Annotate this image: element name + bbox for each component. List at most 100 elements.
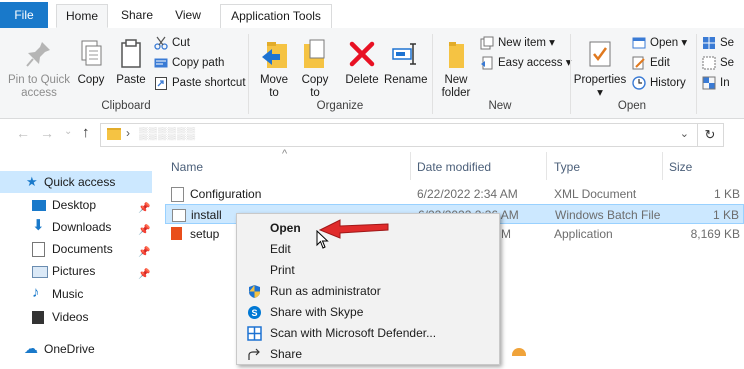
- rename-icon: [390, 38, 420, 70]
- refresh-button[interactable]: ↻: [697, 123, 724, 147]
- copy-path-button[interactable]: Copy path: [154, 54, 224, 72]
- file-name: Configuration: [190, 187, 262, 201]
- menu-item-label: Open: [270, 221, 301, 235]
- new-item-label: New item: [498, 37, 546, 49]
- address-dropdown-chevron-icon[interactable]: ⌄: [680, 127, 689, 140]
- column-separator[interactable]: [410, 152, 411, 180]
- address-bar[interactable]: › ▒▒▒▒▒▒ ⌄: [100, 123, 698, 147]
- tab-application-tools[interactable]: Application Tools: [220, 4, 332, 28]
- menu-item-label: Share: [270, 347, 303, 361]
- cut-label: Cut: [172, 37, 190, 49]
- nav-item-onedrive[interactable]: ☁ OneDrive: [0, 338, 152, 360]
- tab-view[interactable]: View: [166, 4, 210, 28]
- paste-label: Paste: [116, 74, 146, 86]
- rename-label: Rename: [384, 74, 428, 86]
- menu-item-print[interactable]: Print: [237, 260, 499, 281]
- pin-icon: [24, 38, 54, 70]
- menu-item-share[interactable]: Share: [237, 344, 499, 365]
- move-to-button[interactable]: Move to: [256, 38, 292, 100]
- delete-button[interactable]: Delete: [342, 38, 382, 87]
- menu-item-scan-with-defender[interactable]: Scan with Microsoft Defender...: [237, 323, 499, 344]
- paste-shortcut-label: Paste shortcut: [172, 77, 246, 89]
- cut-button[interactable]: Cut: [154, 34, 190, 52]
- menu-item-run-as-administrator[interactable]: Run as administrator: [237, 281, 499, 302]
- office-setup-icon: [171, 227, 182, 240]
- nav-item-pictures[interactable]: Pictures 📌: [0, 260, 152, 282]
- uac-shield-icon: [247, 284, 262, 299]
- file-row[interactable]: Configuration 6/22/2022 2:34 AM XML Docu…: [165, 184, 744, 204]
- paste-shortcut-button[interactable]: Paste shortcut: [154, 74, 246, 92]
- forward-arrow-icon[interactable]: →: [40, 125, 54, 141]
- pin-to-quick-access-button[interactable]: Pin to Quick access: [4, 38, 74, 100]
- copy-button[interactable]: Copy: [74, 38, 108, 87]
- menu-item-label: Edit: [270, 242, 291, 256]
- copy-path-icon: [154, 56, 168, 70]
- history-button[interactable]: History: [632, 74, 686, 92]
- column-separator[interactable]: [546, 152, 547, 180]
- new-item-button[interactable]: New item ▾: [480, 34, 555, 52]
- breadcrumb-chevron-icon[interactable]: ›: [126, 126, 130, 140]
- invert-selection-icon: [702, 76, 716, 90]
- recent-locations-chevron-icon[interactable]: ⌄: [64, 126, 72, 137]
- history-label: History: [650, 77, 686, 89]
- menu-item-label: Print: [270, 263, 295, 277]
- nav-item-downloads[interactable]: ⬇ Downloads 📌: [0, 216, 152, 238]
- new-folder-button[interactable]: New folder: [436, 38, 476, 100]
- nav-label: Downloads: [52, 220, 112, 234]
- tab-home[interactable]: Home: [56, 4, 108, 28]
- back-arrow-icon[interactable]: ←: [16, 125, 30, 141]
- column-header-date-modified[interactable]: Date modified: [417, 160, 491, 174]
- open-icon: [632, 36, 646, 50]
- menu-item-edit[interactable]: Edit: [237, 239, 499, 260]
- menu-item-share-with-skype[interactable]: S Share with Skype: [237, 302, 499, 323]
- xml-file-icon: [171, 187, 184, 202]
- ribbon-separator: [432, 34, 433, 114]
- column-header-type[interactable]: Type: [554, 160, 580, 174]
- navigation-row: ← → ⌄ ↑ › ▒▒▒▒▒▒ ⌄ ↻: [0, 119, 744, 151]
- column-header-name[interactable]: Name: [171, 160, 203, 174]
- nav-item-quick-access[interactable]: ★ Quick access: [0, 171, 152, 193]
- defender-shield-icon: [247, 326, 262, 341]
- chevron-down-icon: ▾: [678, 37, 688, 49]
- nav-label: Pictures: [52, 264, 96, 278]
- copy-icon: [76, 38, 106, 70]
- nav-label: Quick access: [44, 175, 116, 189]
- paste-button[interactable]: Paste: [114, 38, 148, 87]
- tab-file[interactable]: File: [0, 2, 48, 28]
- clipboard-group-label: Clipboard: [101, 100, 151, 112]
- chevron-down-icon: ▾: [597, 87, 603, 99]
- nav-item-desktop[interactable]: Desktop 📌: [0, 194, 152, 216]
- paste-shortcut-icon: [154, 76, 168, 90]
- select-all-icon: [702, 36, 716, 50]
- new-folder-label: New folder: [441, 74, 471, 99]
- desktop-icon: [32, 200, 46, 211]
- properties-button[interactable]: Properties ▾: [572, 38, 628, 100]
- select-all-button[interactable]: Se: [702, 34, 734, 52]
- edit-button[interactable]: Edit: [632, 54, 670, 72]
- file-type: Application: [554, 227, 613, 241]
- delete-x-icon: [347, 38, 377, 70]
- easy-access-label: Easy access: [498, 57, 563, 69]
- file-date: M: [501, 227, 511, 241]
- nav-label: Desktop: [52, 198, 97, 212]
- batch-file-icon: [172, 209, 186, 222]
- nav-item-documents[interactable]: Documents 📌: [0, 238, 152, 260]
- open-button[interactable]: Open ▾: [632, 34, 687, 52]
- music-note-icon: ♪: [32, 284, 40, 301]
- column-separator[interactable]: [662, 152, 663, 180]
- new-group-label: New: [488, 100, 512, 112]
- rename-button[interactable]: Rename: [384, 38, 428, 87]
- file-size: 8,169 KB: [690, 227, 740, 241]
- easy-access-button[interactable]: Easy access ▾: [480, 54, 572, 72]
- copy-to-button[interactable]: Copy to: [298, 38, 332, 100]
- tab-share[interactable]: Share: [114, 4, 160, 28]
- menu-item-label: Share with Skype: [270, 305, 364, 319]
- nav-label: Videos: [52, 310, 89, 324]
- nav-item-videos[interactable]: Videos: [0, 306, 152, 328]
- history-icon: [632, 76, 646, 90]
- select-none-button[interactable]: Se: [702, 54, 734, 72]
- up-arrow-icon[interactable]: ↑: [82, 124, 90, 141]
- invert-selection-button[interactable]: In: [702, 74, 730, 92]
- nav-item-music[interactable]: ♪ Music: [0, 283, 152, 305]
- column-header-size[interactable]: Size: [669, 160, 692, 174]
